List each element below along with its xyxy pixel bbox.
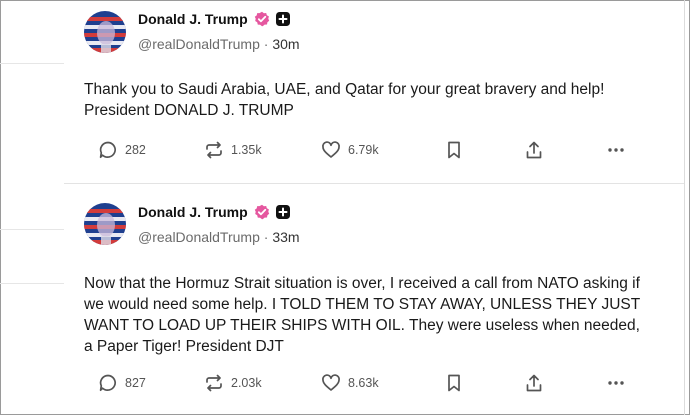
like-count: 8.63k	[348, 376, 379, 390]
like-icon	[322, 374, 340, 391]
author-name[interactable]: Donald J. Trump	[138, 11, 248, 27]
reply-icon	[99, 141, 116, 159]
sidebar-divider	[0, 229, 64, 230]
like-button[interactable]: 8.63k	[321, 373, 379, 393]
more-icon	[608, 381, 624, 385]
sidebar-divider	[0, 283, 64, 284]
repost-icon	[206, 374, 222, 392]
handle-row: @realDonaldTrump · 33m	[138, 229, 300, 245]
repost-icon	[206, 141, 222, 159]
separator-dot: ·	[263, 36, 269, 52]
separator-dot: ·	[263, 229, 269, 245]
action-bar: 282 1.35k 6.79k	[98, 140, 628, 162]
author-row: Donald J. Trump	[138, 11, 290, 27]
more-button[interactable]	[606, 140, 626, 160]
like-button[interactable]: 6.79k	[321, 140, 379, 160]
share-icon	[526, 141, 542, 159]
share-icon	[526, 374, 542, 392]
author-handle[interactable]: @realDonaldTrump	[138, 36, 260, 52]
bookmark-icon	[448, 141, 460, 159]
plus-badge-icon	[275, 205, 290, 219]
repost-count: 1.35k	[231, 143, 262, 157]
plus-badge-icon	[275, 12, 290, 26]
author-name[interactable]: Donald J. Trump	[138, 204, 248, 220]
handle-row: @realDonaldTrump · 30m	[138, 36, 300, 52]
share-button[interactable]	[524, 373, 544, 393]
action-bar: 827 2.03k 8.63k	[98, 373, 628, 395]
author-row: Donald J. Trump	[138, 204, 290, 220]
bookmark-button[interactable]	[444, 140, 464, 160]
repost-button[interactable]: 1.35k	[204, 140, 262, 160]
post-text: Thank you to Saudi Arabia, UAE, and Qata…	[84, 81, 605, 119]
author-handle[interactable]: @realDonaldTrump	[138, 229, 260, 245]
like-count: 6.79k	[348, 143, 379, 157]
post[interactable]: Donald J. Trump @realDonaldTrump · 33m N…	[64, 184, 684, 413]
verified-badge-icon	[254, 204, 269, 220]
bookmark-icon	[448, 374, 460, 392]
column-border	[684, 0, 685, 415]
bookmark-button[interactable]	[444, 373, 464, 393]
reply-button[interactable]: 827	[98, 373, 146, 393]
sidebar-divider	[0, 63, 64, 64]
share-button[interactable]	[524, 140, 544, 160]
verified-badge-icon	[254, 11, 269, 27]
reply-count: 282	[125, 143, 146, 157]
reply-count: 827	[125, 376, 146, 390]
like-icon	[322, 141, 340, 158]
post-age[interactable]: 30m	[272, 36, 299, 52]
reply-icon	[99, 374, 116, 392]
more-icon	[608, 148, 624, 152]
repost-count: 2.03k	[231, 376, 262, 390]
avatar[interactable]	[84, 11, 126, 53]
avatar[interactable]	[84, 203, 126, 245]
post-age[interactable]: 33m	[272, 229, 299, 245]
post[interactable]: Donald J. Trump @realDonaldTrump · 30m T…	[64, 0, 684, 184]
more-button[interactable]	[606, 373, 626, 393]
post-text: Now that the Hormuz Strait situation is …	[84, 275, 640, 355]
reply-button[interactable]: 282	[98, 140, 146, 160]
repost-button[interactable]: 2.03k	[204, 373, 262, 393]
